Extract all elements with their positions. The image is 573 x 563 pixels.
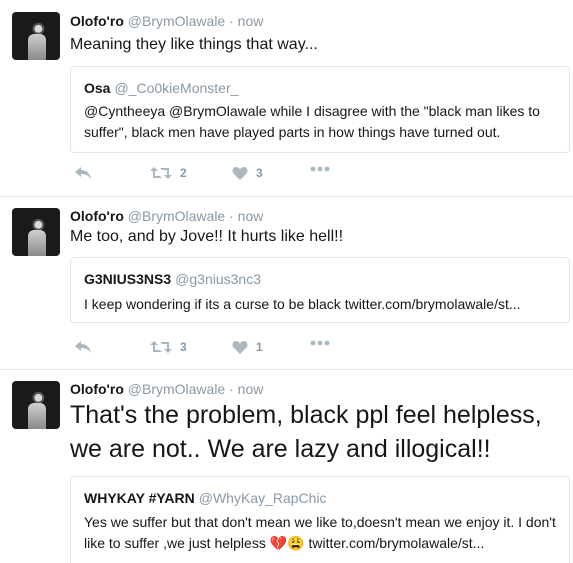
like-button[interactable]: 1 [232, 340, 263, 354]
separator-dot: · [229, 208, 234, 224]
tweet[interactable]: Olofo'ro @BrymOlawale · now Me too, and … [0, 197, 573, 370]
heart-icon [232, 341, 248, 354]
tweet-header: Olofo'ro @BrymOlawale · now [70, 208, 263, 224]
quoted-author-name: Osa [84, 80, 111, 96]
retweet-button[interactable]: 2 [150, 166, 187, 180]
reply-button[interactable] [74, 340, 92, 354]
timestamp[interactable]: now [238, 208, 264, 224]
reply-icon [75, 167, 91, 179]
author-name[interactable]: Olofo'ro [70, 381, 124, 397]
like-button[interactable]: 3 [232, 166, 263, 180]
retweet-icon [150, 167, 172, 179]
author-name[interactable]: Olofo'ro [70, 13, 124, 29]
avatar[interactable] [12, 381, 60, 429]
reply-icon [75, 341, 91, 353]
more-button[interactable] [310, 166, 330, 172]
like-count: 3 [256, 166, 263, 180]
quoted-author-handle: @_Co0kieMonster_ [114, 80, 239, 96]
tweet-text: Meaning they like things that way... [70, 36, 318, 53]
avatar[interactable] [12, 208, 60, 256]
timestamp[interactable]: now [238, 13, 264, 29]
quoted-tweet[interactable]: WHYKAY #YARN @WhyKay_RapChic Yes we suffe… [70, 476, 570, 563]
quoted-link[interactable]: twitter.com/brymolawale/st... [309, 535, 485, 551]
tweet-header: Olofo'ro @BrymOlawale · now [70, 381, 263, 397]
quoted-author: G3NIUS3NS3 @g3nius3nc3 [84, 271, 261, 287]
quoted-author-handle: @WhyKay_RapChic [198, 490, 327, 506]
retweet-count: 2 [180, 166, 187, 180]
tweet-text: Me too, and by Jove!! It hurts like hell… [70, 228, 344, 245]
author-handle[interactable]: @BrymOlawale [128, 13, 225, 29]
reply-button[interactable] [74, 166, 92, 180]
author-name[interactable]: Olofo'ro [70, 208, 124, 224]
separator-dot: · [229, 381, 234, 397]
author-handle[interactable]: @BrymOlawale [128, 381, 225, 397]
heart-icon [232, 167, 248, 180]
retweet-button[interactable]: 3 [150, 340, 187, 354]
more-button[interactable] [310, 340, 330, 346]
tweet-text: That's the problem, black ppl feel helpl… [70, 401, 542, 463]
retweet-icon [150, 341, 172, 353]
separator-dot: · [229, 13, 234, 29]
timestamp[interactable]: now [238, 381, 264, 397]
tweet-header: Olofo'ro @BrymOlawale · now [70, 13, 263, 29]
author-handle[interactable]: @BrymOlawale [128, 208, 225, 224]
like-count: 1 [256, 340, 263, 354]
quoted-author-handle: @g3nius3nc3 [175, 271, 261, 287]
more-icon [310, 340, 330, 346]
quoted-author: WHYKAY #YARN @WhyKay_RapChic [84, 490, 327, 506]
more-icon [310, 166, 330, 172]
quoted-tweet[interactable]: Osa @_Co0kieMonster_ @Cyntheeya @BrymOlaw… [70, 66, 570, 153]
avatar[interactable] [12, 12, 60, 60]
quoted-text: @Cyntheeya @BrymOlawale while I disagree… [84, 103, 540, 140]
quoted-author-name: G3NIUS3NS3 [84, 271, 172, 287]
tweet[interactable]: Olofo'ro @BrymOlawale · now That's the p… [0, 370, 573, 563]
quoted-text-block: Yes we suffer but that don't mean we lik… [84, 512, 564, 554]
quoted-emoji: 💔😩 [269, 535, 305, 551]
tweet[interactable]: Olofo'ro @BrymOlawale · now Meaning they… [0, 0, 573, 197]
quoted-author-name: WHYKAY #YARN [84, 490, 195, 506]
quoted-tweet[interactable]: G3NIUS3NS3 @g3nius3nc3 I keep wondering i… [70, 257, 570, 323]
retweet-count: 3 [180, 340, 187, 354]
quoted-author: Osa @_Co0kieMonster_ [84, 80, 238, 96]
quoted-text: I keep wondering if its a curse to be bl… [84, 296, 521, 312]
